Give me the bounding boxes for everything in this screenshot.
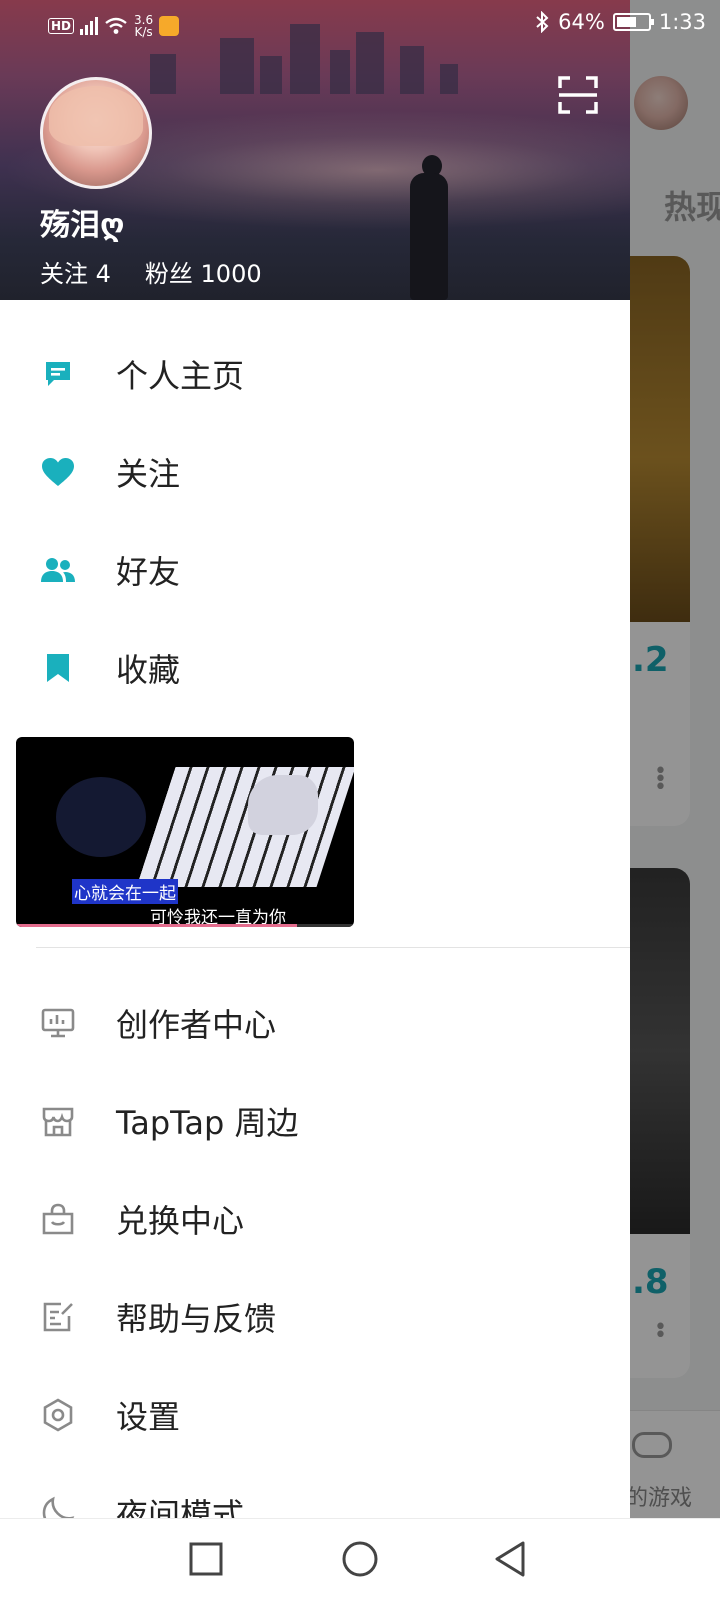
menu-item-label: 兑换中心 [116,1202,245,1240]
recent-apps-button[interactable] [186,1539,226,1579]
followers-count[interactable]: 粉丝 1000 [145,254,262,289]
video-subtitle-line1: 心就会在一起 [72,879,178,904]
menu-item-label: 关注 [116,455,181,493]
menu-item-redeem-center[interactable]: 兑换中心 [0,1170,630,1268]
hand-image [248,775,318,835]
piano-keys-image [136,767,354,887]
secondary-menu: 创作者中心 TapTap 周边 兑换中心 帮助与反馈 设置 夜间模式 [0,974,630,1518]
menu-item-label: 好友 [116,553,181,591]
bluetooth-icon [536,11,549,33]
4g-signal-icon [80,17,99,35]
app-notification-icon [159,16,180,36]
store-icon [38,1101,78,1141]
menu-divider [36,947,630,948]
battery-percent: 64% [558,10,605,34]
bookmark-icon [38,648,78,688]
home-button[interactable] [340,1539,380,1579]
video-progress-bar [16,924,354,927]
menu-item-label: TapTap 周边 [116,1104,299,1142]
menu-item-follow[interactable]: 关注 [0,423,630,521]
shopping-bag-icon [38,1199,78,1239]
net-speed: 3.6 K/s [134,14,153,38]
user-avatar[interactable] [40,77,152,189]
person-silhouette [406,155,452,300]
wifi-icon [105,17,127,34]
creator-center-icon [38,1003,78,1043]
menu-item-label: 创作者中心 [116,1006,277,1044]
menu-item-label: 个人主页 [116,357,245,395]
system-navigation-bar [0,1518,720,1600]
profile-stats: 关注 4 粉丝 1000 [40,254,262,289]
moon-icon [38,1493,78,1518]
primary-menu: 个人主页 关注 好友 收藏 [0,325,630,717]
scan-qr-button[interactable] [558,76,598,114]
status-bar: HD 3.6 K/s 64% 1:33 [0,0,720,50]
menu-item-help-feedback[interactable]: 帮助与反馈 [0,1268,630,1366]
menu-item-profile[interactable]: 个人主页 [0,325,630,423]
battery-icon [612,13,654,31]
menu-item-label: 帮助与反馈 [116,1300,277,1338]
menu-item-label: 夜间模式 [116,1496,245,1518]
username[interactable]: 殇泪ღ [40,200,124,244]
settings-icon [38,1395,78,1435]
friends-icon [38,550,78,590]
menu-item-settings[interactable]: 设置 [0,1366,630,1464]
net-speed-unit: K/s [134,25,153,39]
menu-item-label: 收藏 [116,651,181,689]
feedback-icon [38,1297,78,1337]
clock: 1:33 [658,10,706,34]
hd-icon: HD [48,18,75,34]
profile-page-icon [38,354,78,394]
menu-item-label: 设置 [116,1398,181,1436]
menu-item-creator-center[interactable]: 创作者中心 [0,974,630,1072]
menu-item-taptap-merch[interactable]: TapTap 周边 [0,1072,630,1170]
following-count[interactable]: 关注 4 [40,254,111,289]
menu-item-night-mode[interactable]: 夜间模式 [0,1464,630,1518]
floating-video-player[interactable]: 心就会在一起 可怜我还一直为你 [16,737,354,927]
menu-item-friends[interactable]: 好友 [0,521,630,619]
heart-icon [38,452,78,492]
back-button[interactable] [490,1539,530,1579]
side-drawer: 殇泪ღ 关注 4 粉丝 1000 个人主页 关注 好友 收藏 心就会在一起 可怜… [0,0,630,1518]
menu-item-favorites[interactable]: 收藏 [0,619,630,717]
